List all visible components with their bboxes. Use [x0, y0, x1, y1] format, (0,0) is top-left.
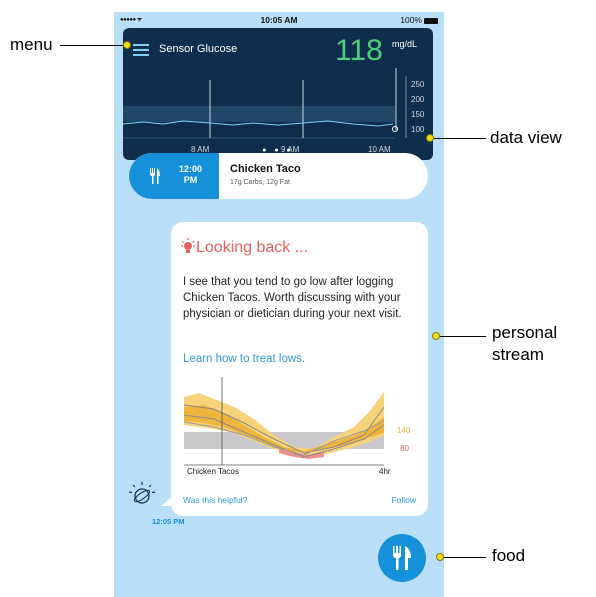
status-bar: ●●●●● ᯤ 10:05 AM 100%: [114, 12, 444, 28]
callout-data-view: data view: [490, 128, 562, 147]
battery-icon: [424, 17, 438, 24]
post-meal-chart: [184, 377, 385, 466]
follow-link[interactable]: Follow: [391, 495, 416, 505]
low-threshold-label: 80: [400, 444, 409, 453]
insight-body: I see that you tend to go low after logg…: [183, 276, 402, 320]
y-tick-label: 250: [411, 80, 425, 89]
meal-details: 17g Carbs, 12g Fat: [230, 179, 290, 186]
battery-percent: 100%: [400, 15, 422, 25]
high-threshold-label: 140: [397, 426, 411, 435]
watson-icon: [128, 482, 156, 504]
meal-time-block: 12:00 PM: [129, 153, 219, 199]
data-view[interactable]: Sensor Glucose 118 mg/dL 250 200 150 100…: [123, 28, 433, 160]
fork-knife-icon: [393, 546, 411, 570]
y-tick-label: 200: [411, 95, 425, 104]
chart-axis-start: Chicken Tacos: [187, 467, 239, 476]
callout-line-menu: [60, 45, 126, 46]
battery-indicator: 100%: [400, 15, 438, 25]
y-tick-label: 100: [411, 125, 425, 134]
callout-dot-personal-stream: [432, 332, 440, 340]
callout-line-personal-stream: [436, 336, 486, 337]
phone-screen: ●●●●● ᯤ 10:05 AM 100% Sensor Glucose 118…: [114, 12, 444, 597]
target-range-band: [123, 106, 395, 122]
card-tail: [161, 496, 173, 506]
insight-title: Looking back ...: [196, 239, 309, 256]
callout-dot-menu: [123, 41, 131, 49]
callout-line-food: [440, 557, 486, 558]
callout-line-data-view: [430, 138, 486, 139]
meal-time-period: PM: [183, 175, 198, 185]
fork-knife-icon: [150, 168, 160, 184]
stream-timestamp: 12:05 PM: [152, 517, 185, 526]
meal-card[interactable]: 12:00 PM Chicken Taco 17g Carbs, 12g Fat: [129, 153, 428, 199]
status-time: 10:05 AM: [260, 15, 298, 25]
meal-time-value: 12:00: [179, 164, 203, 174]
current-reading-marker: [392, 126, 398, 132]
callout-dot-food: [436, 553, 444, 561]
callout-personal-stream: personal stream: [492, 323, 558, 364]
meal-name: Chicken Taco: [230, 163, 301, 175]
helpful-link[interactable]: Was this helpful?: [183, 495, 247, 505]
chart-axis-end: 4hr: [379, 467, 391, 476]
glucose-graph: 250 200 150 100 8 AM 9 AM 10 AM: [123, 68, 425, 154]
treat-lows-link[interactable]: Learn how to treat lows.: [183, 353, 305, 365]
food-button[interactable]: [378, 534, 426, 582]
meal-time: 12:00 PM: [179, 164, 202, 186]
callout-menu: menu: [10, 35, 53, 54]
y-tick-label: 150: [411, 110, 425, 119]
callout-food: food: [492, 546, 526, 565]
insight-card: Looking back ... I see that you tend to …: [171, 222, 428, 516]
callout-dot-data-view: [426, 134, 434, 142]
lightbulb-icon: [181, 238, 195, 253]
